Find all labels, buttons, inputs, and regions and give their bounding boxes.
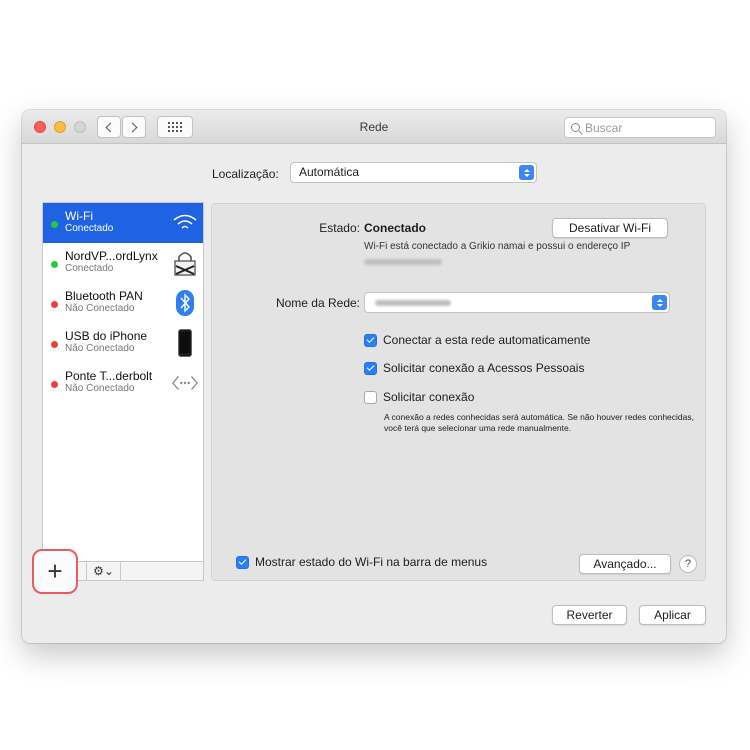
service-name: Wi-Fi [65,209,93,223]
select-stepper-icon [519,165,534,180]
thunderbolt-bridge-icon [171,369,199,397]
redacted-ip-address [364,259,442,265]
status-dot [51,301,58,308]
checkbox-label: Solicitar conexão [383,390,475,404]
location-label: Localização: [212,167,279,181]
revert-button[interactable]: Reverter [552,605,627,625]
network-name-select[interactable] [364,292,670,313]
turn-off-wifi-button[interactable]: Desativar Wi-Fi [552,218,668,238]
service-list: Wi-Fi Conectado NordVP...ordLynx Conecta… [42,202,204,580]
location-value: Automática [299,165,360,179]
status-dot [51,341,58,348]
gear-menu-button[interactable]: ⚙︎⌄ [87,562,121,580]
search-icon [571,123,580,132]
wifi-icon [171,209,199,237]
status-dot [51,261,58,268]
checkbox-checked-icon [236,555,249,569]
service-status: Não Conectado [65,383,135,394]
ask-to-join-note: A conexão a redes conhecidas será automá… [384,412,694,433]
location-select[interactable]: Automática [290,162,537,183]
network-name-label: Nome da Rede: [275,296,360,310]
title-bar: Rede Buscar [22,110,726,144]
add-service-highlight[interactable]: + [32,549,78,594]
advanced-button[interactable]: Avançado... [579,554,671,574]
service-status: Não Conectado [65,303,135,314]
service-item-wifi[interactable]: Wi-Fi Conectado [43,203,203,243]
select-stepper-icon [652,295,667,310]
vpn-lock-icon [171,249,199,277]
service-item-bluetooth-pan[interactable]: Bluetooth PAN Não Conectado [43,283,203,323]
status-dot [51,221,58,228]
iphone-icon [171,329,199,357]
network-preferences-window: Rede Buscar Localização: Automática Wi-F… [22,110,726,643]
service-name: NordVP...ordLynx [65,249,158,263]
service-item-nordvpn[interactable]: NordVP...ordLynx Conectado [43,243,203,283]
service-item-usb-iphone[interactable]: USB do iPhone Não Conectado [43,323,203,363]
search-field[interactable]: Buscar [564,117,716,138]
status-description: Wi-Fi está conectado a Grikio namai e po… [364,241,631,252]
redacted-network-name [375,300,451,306]
bluetooth-icon [171,289,199,317]
status-value: Conectado [364,221,427,235]
service-status: Conectado [65,223,114,234]
search-placeholder: Buscar [585,120,623,135]
show-wifi-status-checkbox[interactable]: Mostrar estado do Wi-Fi na barra de menu… [236,555,487,569]
status-dot [51,381,58,388]
checkbox-label: Mostrar estado do Wi-Fi na barra de menu… [255,555,488,569]
help-button[interactable]: ? [679,555,697,573]
service-name: USB do iPhone [65,329,148,343]
checkbox-label: Conectar a esta rede automaticamente [383,333,591,347]
status-label: Estado: [319,221,360,235]
checkbox-checked-icon [364,361,377,375]
checkbox-checked-icon [364,333,377,347]
service-item-thunderbolt-bridge[interactable]: Ponte T...derbolt Não Conectado [43,363,203,403]
service-status: Conectado [65,263,114,274]
wifi-detail-panel: Estado: Conectado Desativar Wi-Fi Wi-Fi … [211,203,706,581]
ask-to-join-checkbox[interactable]: Solicitar conexão [364,390,474,404]
checkbox-label: Solicitar conexão a Acessos Pessoais [383,361,585,375]
checkbox-unchecked-icon [364,390,377,404]
service-name: Bluetooth PAN [65,289,143,303]
service-status: Não Conectado [65,343,135,354]
personal-hotspot-checkbox[interactable]: Solicitar conexão a Acessos Pessoais [364,361,584,375]
auto-join-checkbox[interactable]: Conectar a esta rede automaticamente [364,333,590,347]
service-name: Ponte T...derbolt [65,369,153,383]
apply-button[interactable]: Aplicar [639,605,706,625]
